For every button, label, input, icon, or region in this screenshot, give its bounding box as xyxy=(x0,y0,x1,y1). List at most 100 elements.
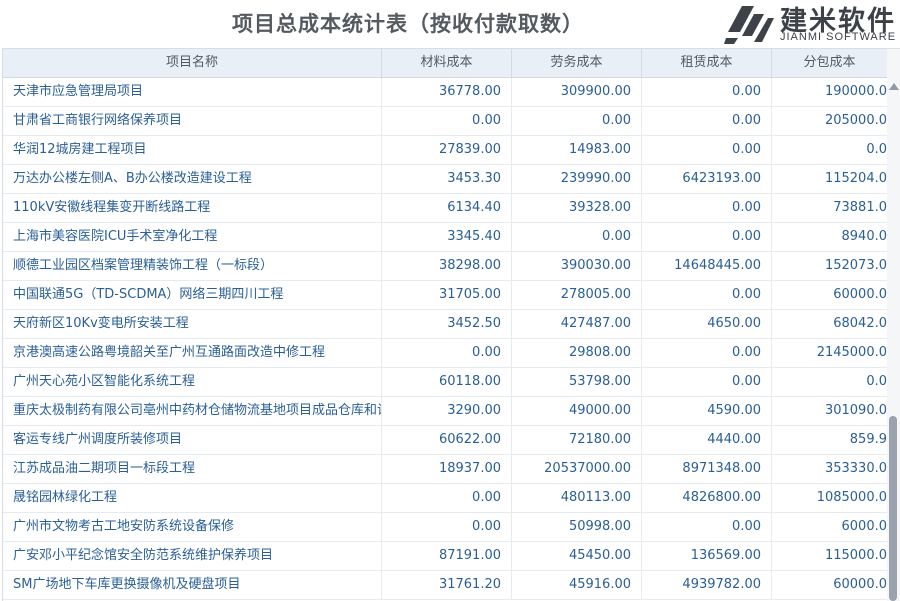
scrollbar-thumb[interactable] xyxy=(889,416,897,601)
labor-cost-cell: 72180.00 xyxy=(512,426,642,454)
table-row[interactable]: 甘肃省工商银行网络保养项目 0.00 0.00 0.00 205000.0 xyxy=(3,107,887,136)
subcontract-cost-cell: 0.0 xyxy=(866,374,887,389)
project-name-cell[interactable]: 江苏成品油二期项目一标段工程 xyxy=(3,455,382,483)
table-row[interactable]: 万达办公楼左侧A、B办公楼改造建设工程 3453.30 239990.00 64231… xyxy=(3,165,887,194)
material-cost-cell: 0.00 xyxy=(382,484,512,512)
rental-cost-cell: 0.00 xyxy=(642,223,772,251)
subcontract-cost-cell: 1085000.0 xyxy=(816,490,887,505)
labor-cost-cell: 14983.00 xyxy=(512,136,642,164)
table-row[interactable]: 天府新区10Kv变电所安装工程 3452.50 427487.00 4650.00 68… xyxy=(3,310,887,339)
labor-cost-cell: 45450.00 xyxy=(512,542,642,570)
labor-cost-cell: 239990.00 xyxy=(512,165,642,193)
table-row[interactable]: 110kV安徽线程集变开断线路工程 6134.40 39328.00 0.00 7388… xyxy=(3,194,887,223)
table-row[interactable]: 上海市美容医院ICU手术室净化工程 3345.40 0.00 0.00 8940.0 xyxy=(3,223,887,252)
subcontract-cost-cell: 8940.0 xyxy=(841,229,888,244)
subcontract-cost-cell: 205000.0 xyxy=(824,113,887,128)
labor-cost-cell: 390030.00 xyxy=(512,252,642,280)
table-row[interactable]: 中国联通5G（TD-SCDMA）网络三期四川工程 31705.00 278005.0… xyxy=(3,281,887,310)
project-name-cell[interactable]: 重庆太极制药有限公司亳州中药材仓储物流基地项目成品仓库和设 xyxy=(3,397,382,425)
jianmi-logo-icon xyxy=(724,6,774,44)
rental-cost-cell: 4440.00 xyxy=(642,426,772,454)
subcontract-cost-cell: 301090.0 xyxy=(824,403,887,418)
material-cost-cell: 31705.00 xyxy=(382,281,512,309)
labor-cost-cell: 0.00 xyxy=(512,107,642,135)
subcontract-cost-cell: 60000.0 xyxy=(833,577,887,592)
table-row[interactable]: 华润12城房建工程项目 27839.00 14983.00 0.00 0.0 xyxy=(3,136,887,165)
project-name-cell[interactable]: 天津市应急管理局项目 xyxy=(3,78,382,106)
material-cost-cell: 0.00 xyxy=(382,107,512,135)
labor-cost-cell: 0.00 xyxy=(512,223,642,251)
material-cost-cell: 60622.00 xyxy=(382,426,512,454)
material-cost-cell: 6134.40 xyxy=(382,194,512,222)
subcontract-cost-cell: 190000.0 xyxy=(824,84,887,99)
table-row[interactable]: SM广场地下车库更换摄像机及硬盘项目 31761.20 45916.00 493978… xyxy=(3,571,887,600)
project-name-cell[interactable]: 晟铭园林绿化工程 xyxy=(3,484,382,512)
material-cost-cell: 3453.30 xyxy=(382,165,512,193)
labor-cost-cell: 50998.00 xyxy=(512,513,642,541)
material-cost-cell: 60118.00 xyxy=(382,368,512,396)
rental-cost-cell: 0.00 xyxy=(642,194,772,222)
table-row[interactable]: 重庆太极制药有限公司亳州中药材仓储物流基地项目成品仓库和设 3290.00 4900… xyxy=(3,397,887,426)
material-cost-cell: 0.00 xyxy=(382,513,512,541)
project-name-cell[interactable]: 广安邓小平纪念馆安全防范系统维护保养项目 xyxy=(3,542,382,570)
project-name-cell[interactable]: 广州市文物考古工地安防系统设备保修 xyxy=(3,513,382,541)
project-name-cell[interactable]: 110kV安徽线程集变开断线路工程 xyxy=(3,194,382,222)
material-cost-cell: 3290.00 xyxy=(382,397,512,425)
labor-cost-cell: 49000.00 xyxy=(512,397,642,425)
scroll-up-arrow-icon[interactable] xyxy=(889,83,899,90)
labor-cost-cell: 480113.00 xyxy=(512,484,642,512)
subcontract-cost-cell: 115000.0 xyxy=(824,548,887,563)
subcontract-cost-cell: 115204.0 xyxy=(824,171,887,186)
table-row[interactable]: 江苏成品油二期项目一标段工程 18937.00 20537000.00 8971348… xyxy=(3,455,887,484)
table-row[interactable]: 天津市应急管理局项目 36778.00 309900.00 0.00 190000.0 xyxy=(3,78,887,107)
material-cost-cell: 38298.00 xyxy=(382,252,512,280)
table-row[interactable]: 顺德工业园区档案管理精装饰工程（一标段） 38298.00 390030.00 146… xyxy=(3,252,887,281)
material-cost-cell: 27839.00 xyxy=(382,136,512,164)
project-name-cell[interactable]: 中国联通5G（TD-SCDMA）网络三期四川工程 xyxy=(3,281,382,309)
project-name-cell[interactable]: 天府新区10Kv变电所安装工程 xyxy=(3,310,382,338)
labor-cost-cell: 20537000.00 xyxy=(512,455,642,483)
rental-cost-cell: 0.00 xyxy=(642,136,772,164)
table-row[interactable]: 广州市文物考古工地安防系统设备保修 0.00 50998.00 0.00 6000.0 xyxy=(3,513,887,542)
column-header-project-name[interactable]: 项目名称 xyxy=(3,49,382,77)
table-row[interactable]: 客运专线广州调度所装修项目 60622.00 72180.00 4440.00 859.… xyxy=(3,426,887,455)
subcontract-cost-cell: 859.9 xyxy=(849,432,887,447)
rental-cost-cell: 6423193.00 xyxy=(642,165,772,193)
table-row[interactable]: 广州天心苑小区智能化系统工程 60118.00 53798.00 0.00 0.0 xyxy=(3,368,887,397)
material-cost-cell: 0.00 xyxy=(382,339,512,367)
rental-cost-cell: 4590.00 xyxy=(642,397,772,425)
project-name-cell[interactable]: 华润12城房建工程项目 xyxy=(3,136,382,164)
material-cost-cell: 3345.40 xyxy=(382,223,512,251)
page-title: 项目总成本统计表（按收付款取数） xyxy=(232,12,584,36)
labor-cost-cell: 29808.00 xyxy=(512,339,642,367)
subcontract-cost-cell: 2145000.0 xyxy=(816,345,887,360)
project-name-cell[interactable]: 万达办公楼左侧A、B办公楼改造建设工程 xyxy=(3,165,382,193)
vertical-scrollbar[interactable] xyxy=(887,49,900,601)
labor-cost-cell: 427487.00 xyxy=(512,310,642,338)
column-header-labor-cost[interactable]: 劳务成本 xyxy=(512,49,642,77)
rental-cost-cell: 0.00 xyxy=(642,513,772,541)
material-cost-cell: 87191.00 xyxy=(382,542,512,570)
rental-cost-cell: 0.00 xyxy=(642,281,772,309)
project-name-cell[interactable]: SM广场地下车库更换摄像机及硬盘项目 xyxy=(3,571,382,599)
column-header-rental-cost[interactable]: 租赁成本 xyxy=(642,49,772,77)
rental-cost-cell: 4826800.00 xyxy=(642,484,772,512)
material-cost-cell: 3452.50 xyxy=(382,310,512,338)
labor-cost-cell: 278005.00 xyxy=(512,281,642,309)
project-name-cell[interactable]: 甘肃省工商银行网络保养项目 xyxy=(3,107,382,135)
rental-cost-cell: 0.00 xyxy=(642,339,772,367)
project-name-cell[interactable]: 上海市美容医院ICU手术室净化工程 xyxy=(3,223,382,251)
project-name-cell[interactable]: 客运专线广州调度所装修项目 xyxy=(3,426,382,454)
column-header-subcontract-cost[interactable]: 分包成本 xyxy=(772,49,887,77)
table-row[interactable]: 广安邓小平纪念馆安全防范系统维护保养项目 87191.00 45450.00 1365… xyxy=(3,542,887,571)
subcontract-cost-cell: 68042.0 xyxy=(833,316,887,331)
project-name-cell[interactable]: 顺德工业园区档案管理精装饰工程（一标段） xyxy=(3,252,382,280)
subcontract-cost-cell: 152073.0 xyxy=(824,258,887,273)
project-name-cell[interactable]: 京港澳高速公路粤境韶关至广州互通路面改造中修工程 xyxy=(3,339,382,367)
rental-cost-cell: 4939782.00 xyxy=(642,571,772,599)
table-row[interactable]: 京港澳高速公路粤境韶关至广州互通路面改造中修工程 0.00 29808.00 0.00… xyxy=(3,339,887,368)
column-header-material-cost[interactable]: 材料成本 xyxy=(382,49,512,77)
project-name-cell[interactable]: 广州天心苑小区智能化系统工程 xyxy=(3,368,382,396)
table-row[interactable]: 晟铭园林绿化工程 0.00 480113.00 4826800.00 1085000.0 xyxy=(3,484,887,513)
labor-cost-cell: 45916.00 xyxy=(512,571,642,599)
